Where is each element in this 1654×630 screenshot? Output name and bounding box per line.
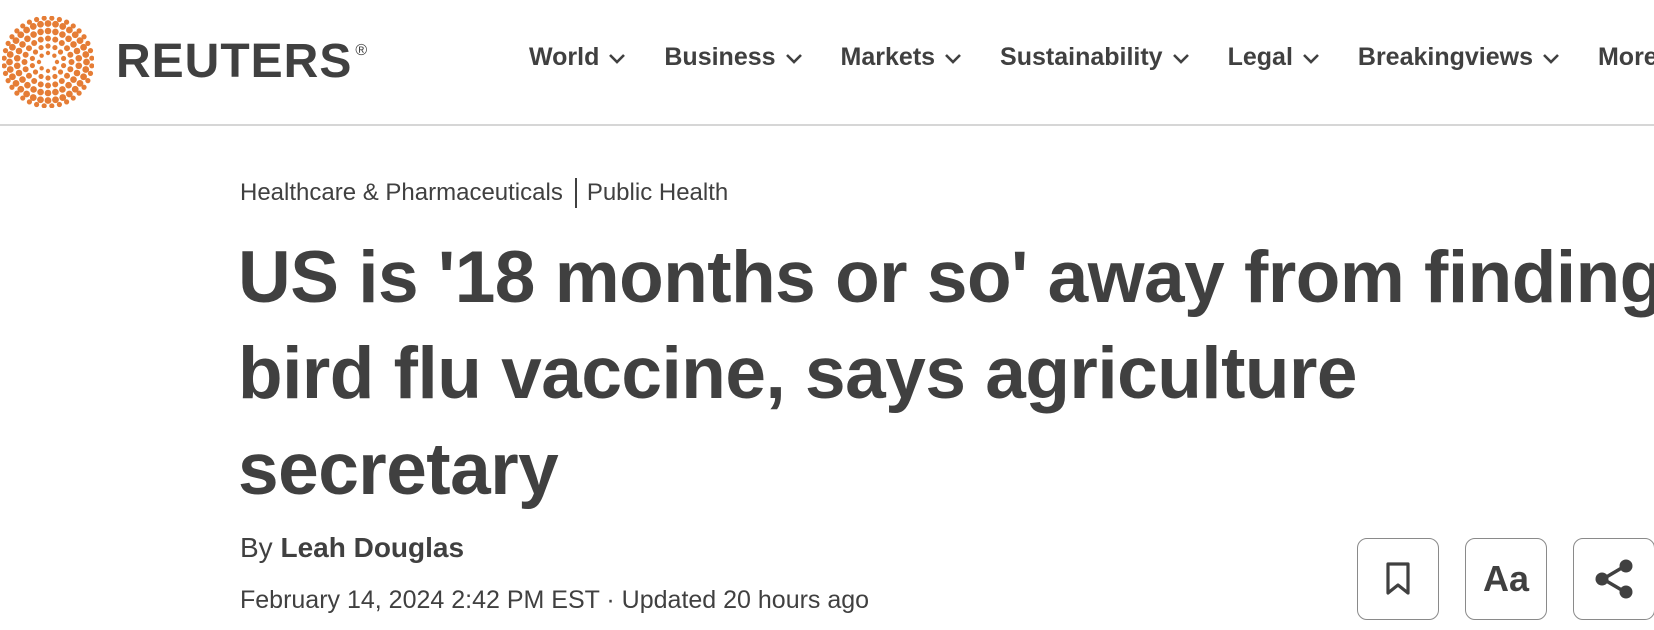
nav-item-label: Legal (1227, 43, 1293, 71)
nav-item-label: Sustainability (1000, 43, 1163, 71)
article-dateline: February 14, 2024 2:42 PM EST · Updated … (240, 586, 870, 614)
text-size-button[interactable]: Aa (1465, 538, 1547, 620)
headline-line: bird flu vaccine, says agriculture (238, 333, 1358, 414)
breadcrumb-divider (574, 178, 577, 208)
reuters-dot-logo-icon (2, 16, 94, 108)
byline: By Leah Douglas (240, 532, 464, 564)
share-button[interactable] (1573, 538, 1654, 620)
chevron-down-icon (1542, 43, 1560, 72)
nav-item-world[interactable]: World (529, 43, 626, 72)
nav-item-business[interactable]: Business (664, 43, 802, 72)
nav-item-legal[interactable]: Legal (1228, 43, 1320, 72)
nav-item-label: Business (664, 43, 776, 71)
category-link-public-health[interactable]: Public Health (587, 179, 728, 207)
breadcrumb: Healthcare & Pharmaceuticals Public Heal… (240, 178, 728, 208)
author-link[interactable]: Leah Douglas (280, 532, 464, 563)
nav-item-label: Breakingviews (1357, 43, 1533, 71)
bookmark-button[interactable] (1357, 538, 1439, 620)
headline-line: secretary (238, 429, 559, 510)
reuters-logo[interactable]: REUTERS ® (2, 16, 368, 108)
chevron-down-icon (608, 43, 626, 72)
text-size-label: Aa (1482, 558, 1530, 599)
nav-item-breakingviews[interactable]: Breakingviews (1358, 43, 1560, 72)
registered-mark: ® (355, 41, 369, 59)
chevron-down-icon (944, 43, 962, 72)
headline-line: US is '18 months or so' away from findin… (238, 237, 1654, 318)
nav-item-sustainability[interactable]: Sustainability (1000, 43, 1190, 72)
site-header: REUTERS ® World Business Markets Sustaina… (0, 0, 1654, 126)
byline-prefix: By (240, 532, 273, 563)
brand-wordmark: REUTERS ® (116, 34, 368, 89)
article-headline: US is '18 months or so' away from findin… (238, 230, 1654, 518)
nav-item-label: Markets (840, 43, 936, 71)
share-icon (1595, 559, 1633, 599)
chevron-down-icon (785, 43, 803, 72)
nav-item-label: More (1597, 43, 1654, 71)
bookmark-icon (1386, 562, 1410, 595)
nav-item-label: World (529, 43, 600, 71)
chevron-down-icon (1302, 43, 1320, 72)
main-nav: World Business Markets Sustainability Le… (529, 43, 1654, 72)
category-link-healthcare[interactable]: Healthcare & Pharmaceuticals (240, 179, 563, 207)
chevron-down-icon (1172, 43, 1190, 72)
brand-name: REUTERS (116, 34, 353, 88)
nav-item-more[interactable]: More (1598, 43, 1654, 72)
nav-item-markets[interactable]: Markets (841, 43, 963, 72)
